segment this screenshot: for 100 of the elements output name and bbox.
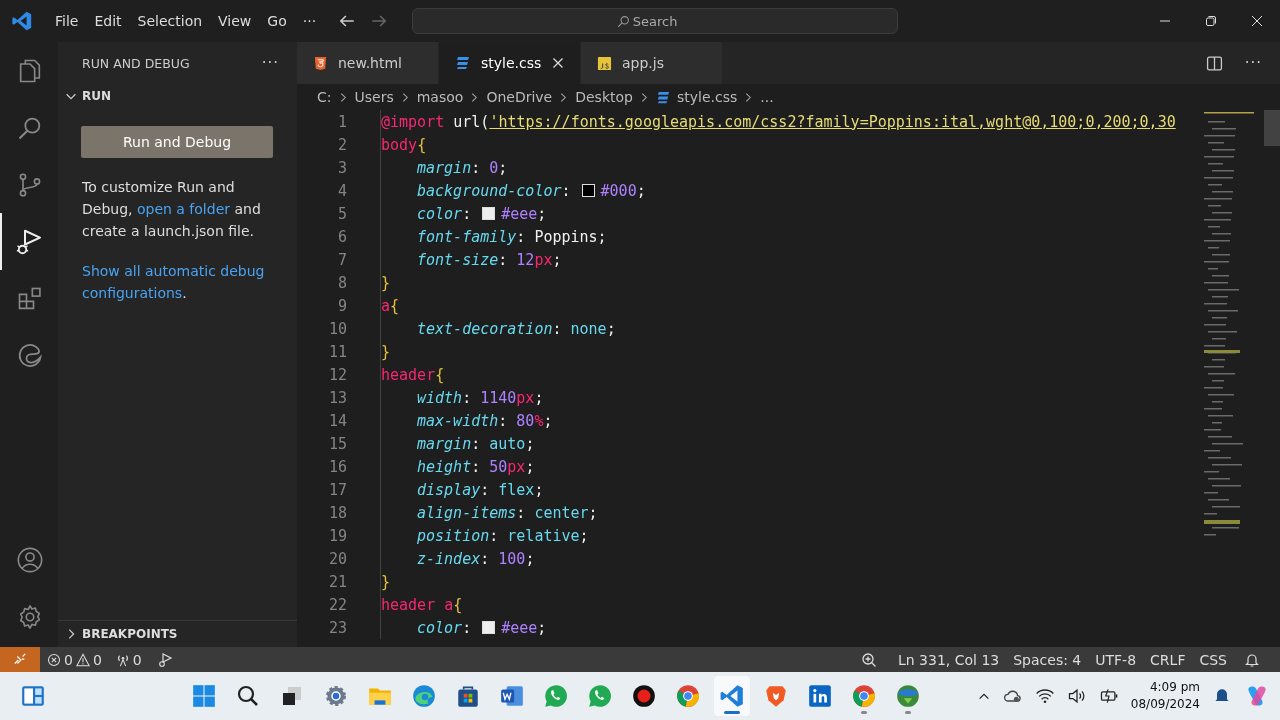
breadcrumb-item[interactable]: OneDrive [486,89,553,105]
code-text: width: 1140px; [417,388,544,407]
chevron-right-icon [745,91,753,103]
line-ending-setting[interactable]: CRLF [1143,651,1193,668]
color-swatch[interactable] [581,184,595,197]
line-number: 19 [327,526,348,545]
network-app-icon[interactable] [807,683,833,709]
editor-tab[interactable]: style.css [439,42,581,84]
record-icon[interactable] [631,683,657,709]
encoding-setting[interactable]: UTF-8 [1088,651,1144,668]
chrome-browser-icon[interactable] [851,683,877,709]
section-title[interactable]: BREAKPOINTS [82,627,178,641]
clock-button[interactable]: 4:09 pm 08/09/2024 [1130,679,1200,713]
line-number: 1 [336,112,348,131]
restore-icon[interactable] [1205,15,1217,27]
code-text: #000; [600,181,646,200]
chevron-right-icon [401,91,409,103]
ports-button[interactable]: 0 [108,651,149,668]
menu-item[interactable]: Selection [129,9,211,33]
zoom-icon[interactable] [861,651,877,668]
gear-icon[interactable] [324,684,348,708]
menu-item[interactable]: Edit [86,9,130,33]
task-view-icon[interactable] [280,684,304,708]
battery-icon[interactable] [1098,686,1119,706]
close-tab-icon[interactable] [552,57,564,69]
code-text: #eee; [501,204,547,223]
editor-tab[interactable]: app.js [581,42,723,84]
notifications-icon[interactable] [1244,651,1260,668]
speaker-icon[interactable] [1066,686,1087,706]
more-actions-button[interactable]: ··· [261,54,279,72]
document-app-icon[interactable] [499,683,525,709]
menu-item[interactable]: Go [259,9,295,33]
split-editor-icon[interactable] [1205,54,1223,72]
code-text: align-items: center; [417,503,598,522]
start-icon[interactable] [191,683,217,709]
breadcrumb-item[interactable]: style.css [676,89,738,105]
cursor-position[interactable]: Ln 331, Col 13 [891,651,1007,668]
code-text: color: [417,204,473,223]
search-field[interactable]: Search [412,8,899,34]
chrome-browser-icon[interactable] [675,683,701,709]
more-menu-button[interactable]: ··· [294,9,325,33]
line-number: 11 [327,342,348,361]
menu-item[interactable]: File [47,9,87,33]
run-and-debug-button[interactable]: Run and Debug [81,126,273,158]
scrollbar-thumb[interactable] [1264,110,1280,146]
code-editor-icon[interactable] [719,683,745,709]
more-actions-button[interactable]: ··· [1244,42,1262,84]
code-text: header a{ [381,595,463,614]
code-text: } [381,342,391,361]
breadcrumb-item[interactable]: Users [354,89,394,105]
code-text: } [381,273,391,292]
code-text: header{ [381,365,445,384]
color-swatch[interactable] [482,621,496,634]
line-number: 21 [327,572,348,591]
code-text: margin: 0; [417,158,508,177]
lion-shield-icon[interactable] [763,683,789,709]
code-text: a{ [381,296,400,315]
account-icon[interactable] [16,545,44,574]
breadcrumb-item[interactable]: C: [317,89,332,105]
line-number: 3 [336,158,348,177]
line-number: 17 [327,480,348,499]
code-text: max-width: 80%; [417,411,553,430]
section-title[interactable]: RUN [82,89,112,103]
close-icon[interactable] [1251,15,1263,27]
css-file-icon [655,89,671,105]
code-text: font-size: 12px; [417,250,562,269]
color-swatch[interactable] [482,207,496,220]
line-number: 7 [336,250,348,269]
browser-icon[interactable] [16,341,44,370]
wifi-icon[interactable] [1034,686,1055,706]
browser-icon[interactable] [411,683,437,709]
line-number: 4 [336,181,348,200]
line-number: 8 [336,273,348,292]
chevron-right-icon [640,91,648,103]
chat-icon[interactable] [587,683,613,709]
line-number: 9 [336,296,348,315]
line-number: 5 [336,204,348,223]
code-text: @import url('https://fonts.googleapis.com/css2?family=Poppins:ital,wght@0,100;0,200;0,30 [381,112,1176,131]
code-text: #eee; [501,618,547,637]
widgets-icon[interactable] [20,683,46,709]
line-number: 16 [327,457,348,476]
problems-button[interactable]: 0 0 [40,651,109,668]
download-manager-icon[interactable] [895,683,921,709]
line-number: 20 [327,549,348,568]
menu-item[interactable]: View [210,9,260,33]
warning-icon [75,652,90,667]
breadcrumb-item[interactable]: masoo [416,89,464,105]
language-mode[interactable]: CSS [1192,651,1234,668]
chat-icon[interactable] [543,683,569,709]
debug-icon[interactable] [156,651,173,668]
breadcrumb-item[interactable]: ... [760,89,774,105]
search-icon[interactable] [236,684,260,708]
code-text: z-index: 100; [417,549,535,568]
line-number: 2 [336,135,348,154]
editor-tab[interactable]: new.html [297,42,439,84]
debug-configurations-link[interactable]: Show all automatic debug configurations. [82,260,277,304]
open-folder-link[interactable]: open a folder [136,201,230,217]
indentation-setting[interactable]: Spaces: 4 [1006,651,1089,668]
remote-icon [13,652,27,667]
breadcrumb-item[interactable]: Desktop [575,89,633,105]
